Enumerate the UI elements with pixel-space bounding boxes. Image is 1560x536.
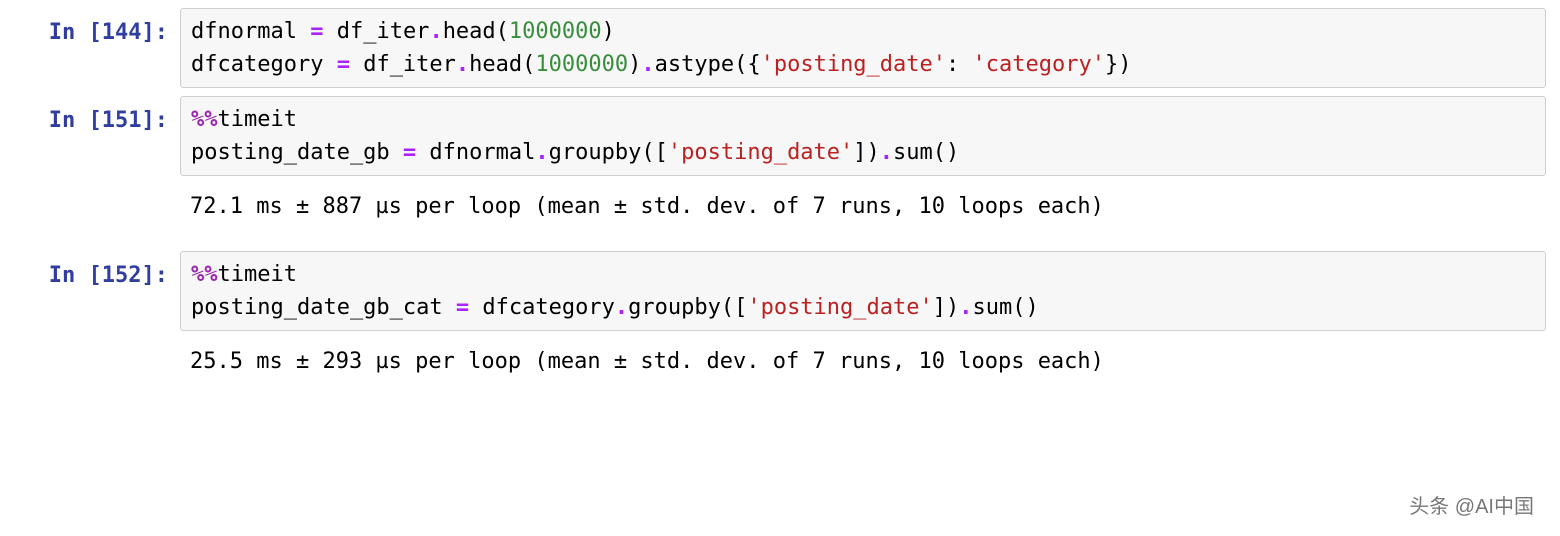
code-token-op: . xyxy=(456,52,469,77)
code-input[interactable]: %%timeit posting_date_gb_cat = dfcategor… xyxy=(180,251,1546,331)
code-token-plain: df_iter xyxy=(323,19,429,44)
code-token-op: . xyxy=(535,140,548,165)
code-token-plain: timeit xyxy=(218,262,297,287)
code-token-plain: df_iter xyxy=(350,52,456,77)
code-token-op: = xyxy=(337,52,350,77)
output-cell: 25.5 ms ± 293 µs per loop (mean ± std. d… xyxy=(0,339,1560,384)
code-input[interactable]: %%timeit posting_date_gb = dfnormal.grou… xyxy=(180,96,1546,176)
code-token-plain: posting_date_gb_cat xyxy=(191,295,456,320)
code-token-plain: ) xyxy=(628,52,641,77)
code-token-magic: %% xyxy=(191,262,218,287)
code-token-plain: dfcategory xyxy=(469,295,615,320)
code-cell: In [144]: dfnormal = df_iter.head(100000… xyxy=(0,8,1560,88)
output-text: 72.1 ms ± 887 µs per loop (mean ± std. d… xyxy=(180,184,1546,229)
code-token-plain: sum() xyxy=(893,140,959,165)
code-token-op: = xyxy=(456,295,469,320)
code-token-magic: %% xyxy=(191,107,218,132)
code-token-op: = xyxy=(310,19,323,44)
code-token-str: 'posting_date' xyxy=(668,140,853,165)
code-token-plain: ) xyxy=(602,19,615,44)
output-text: 25.5 ms ± 293 µs per loop (mean ± std. d… xyxy=(180,339,1546,384)
code-cell: In [152]: %%timeit posting_date_gb_cat =… xyxy=(0,251,1560,331)
code-token-plain: ]) xyxy=(933,295,960,320)
code-token-op: . xyxy=(959,295,972,320)
output-cell: 72.1 ms ± 887 µs per loop (mean ± std. d… xyxy=(0,184,1560,229)
code-input[interactable]: dfnormal = df_iter.head(1000000) dfcateg… xyxy=(180,8,1546,88)
input-prompt: In [151]: xyxy=(0,96,180,137)
code-token-plain: posting_date_gb xyxy=(191,140,403,165)
output-prompt xyxy=(0,339,180,345)
code-token-op: . xyxy=(429,19,442,44)
input-prompt: In [144]: xyxy=(0,8,180,49)
code-token-op: . xyxy=(641,52,654,77)
code-token-plain: }) xyxy=(1105,52,1132,77)
output-prompt xyxy=(0,184,180,190)
code-token-plain: dfcategory xyxy=(191,52,337,77)
input-prompt: In [152]: xyxy=(0,251,180,292)
code-token-plain: ]) xyxy=(853,140,880,165)
code-cell: In [151]: %%timeit posting_date_gb = dfn… xyxy=(0,96,1560,176)
code-token-plain: head( xyxy=(469,52,535,77)
code-token-op: . xyxy=(615,295,628,320)
code-token-op: = xyxy=(403,140,416,165)
code-token-plain: groupby([ xyxy=(549,140,668,165)
code-token-num: 1000000 xyxy=(535,52,628,77)
code-token-str: 'posting_date' xyxy=(747,295,932,320)
notebook-page: In [144]: dfnormal = df_iter.head(100000… xyxy=(0,8,1560,528)
code-token-op: . xyxy=(880,140,893,165)
watermark-text: 头条 @AI中国 xyxy=(1405,492,1538,522)
code-token-plain: astype({ xyxy=(655,52,761,77)
code-token-plain: dfnormal xyxy=(191,19,310,44)
code-token-plain: dfnormal xyxy=(416,140,535,165)
code-token-plain: : xyxy=(946,52,973,77)
code-token-num: 1000000 xyxy=(509,19,602,44)
code-token-str: 'category' xyxy=(973,52,1105,77)
code-token-plain: timeit xyxy=(218,107,297,132)
code-token-plain: sum() xyxy=(973,295,1039,320)
code-token-plain: groupby([ xyxy=(628,295,747,320)
code-token-str: 'posting_date' xyxy=(761,52,946,77)
code-token-plain: head( xyxy=(443,19,509,44)
